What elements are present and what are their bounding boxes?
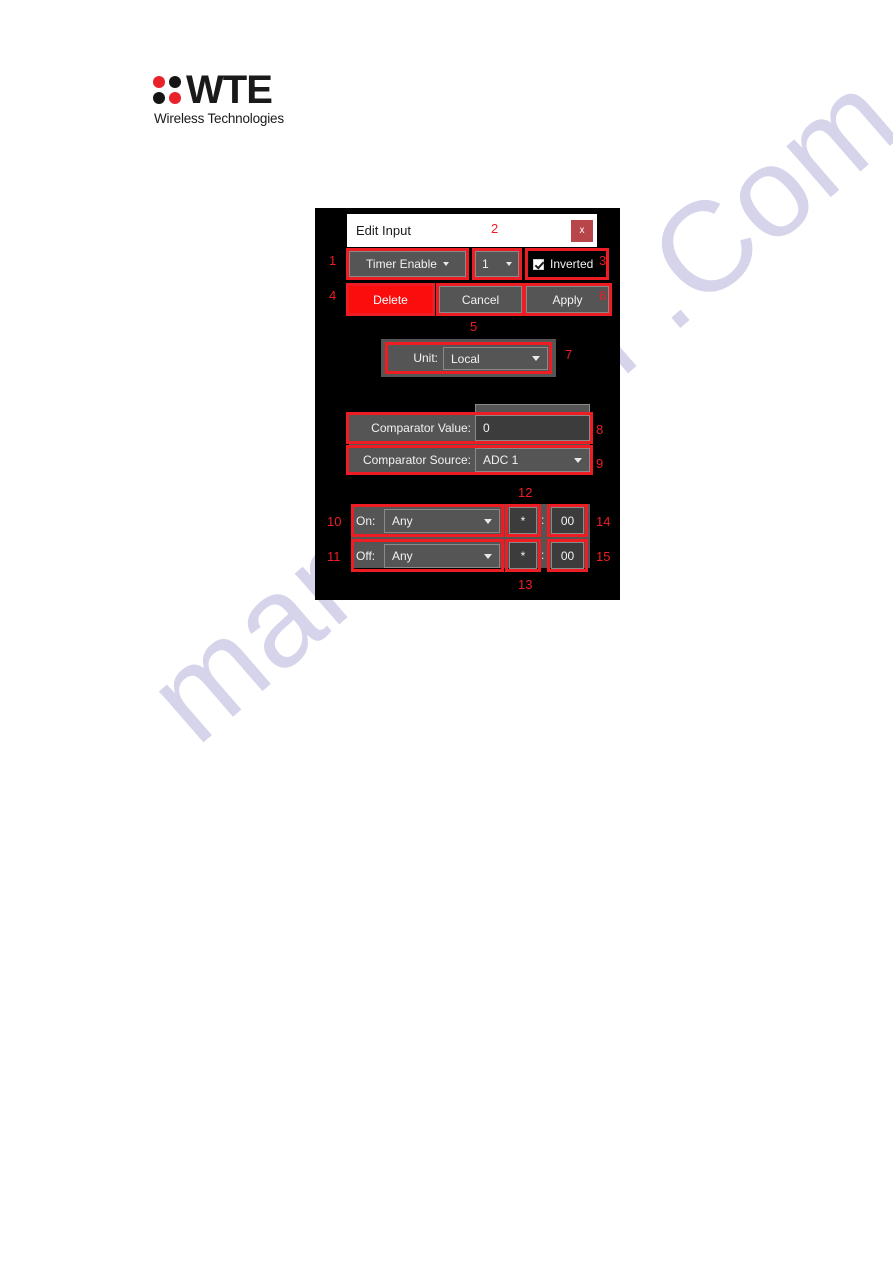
wte-logo: WTE Wireless Technologies [153,68,284,126]
chevron-down-icon [506,262,512,266]
delete-button-label: Delete [373,292,408,307]
chevron-down-icon [484,553,492,559]
callout-number-4: 4 [329,288,337,303]
comparator-source-dropdown[interactable]: ADC 1 [475,448,590,472]
callout-number-1: 1 [329,253,337,268]
page-watermark: manualshi .Com [0,0,893,1263]
logo-dot-1 [153,76,165,88]
logo-dot-4 [169,92,181,104]
comparator-source-label: Comparator Source: [362,453,471,467]
comparator-value-input[interactable]: 0 [475,415,590,441]
on-day-dropdown[interactable]: Any [384,509,500,533]
callout-number-3: 3 [599,253,607,268]
off-label: Off: [356,549,376,563]
callout-number-8: 8 [596,422,604,437]
apply-button[interactable]: Apply [526,286,609,313]
logo-wordmark: WTE [186,68,273,112]
function-dropdown-label: Timer Enable [366,257,437,271]
delete-button[interactable]: Delete [349,286,432,313]
on-day-value: Any [392,514,413,528]
checkbox-checked-icon[interactable] [533,258,544,270]
logo-dot-matrix [153,76,182,105]
close-icon[interactable]: x [571,219,593,242]
callout-number-14: 14 [596,514,611,529]
cancel-button[interactable]: Cancel [439,286,522,313]
callout-number-6: 6 [599,288,607,303]
off-minute-value: 00 [560,548,575,563]
callout-number-12: 12 [518,485,533,500]
callout-number-7: 7 [565,347,573,362]
chevron-down-icon [532,356,540,361]
callout-number-10: 10 [327,514,342,529]
function-dropdown[interactable]: Timer Enable [349,251,466,277]
chevron-down-icon [574,457,582,463]
callout-number-11: 11 [327,549,341,564]
on-minute-value: 00 [560,513,575,528]
comparator-value-text: 0 [483,421,490,435]
callout-number-5: 5 [470,319,478,334]
chevron-down-icon [484,518,492,524]
logo-tagline: Wireless Technologies [154,111,284,126]
inverted-checkbox-row[interactable]: Inverted [528,251,606,277]
callout-number-9: 9 [596,456,604,471]
dialog-titlebar: Edit Input x [347,214,597,247]
unit-dropdown-value: Local [451,351,480,366]
on-minute-input[interactable]: 00 [551,507,584,534]
off-hour-value: * [520,548,526,563]
off-minute-input[interactable]: 00 [551,542,584,569]
cancel-button-label: Cancel [461,292,500,307]
logo-dot-2 [169,76,181,88]
off-time-separator: : [541,548,545,562]
inverted-label: Inverted [550,257,594,271]
comparator-value-label: Comparator Value: [371,421,471,435]
chevron-down-icon [442,262,449,266]
callout-number-15: 15 [596,549,611,564]
callout-number-2: 2 [491,221,499,236]
callout-number-13: 13 [518,577,533,592]
on-hour-value: * [520,513,526,528]
on-time-separator: : [541,513,545,527]
off-day-value: Any [392,549,413,563]
on-label: On: [356,514,376,528]
unit-label: Unit: [413,351,438,365]
logo-mark-row: WTE [153,68,284,112]
dialog-title: Edit Input [356,223,411,238]
on-hour-input[interactable]: * [509,507,537,534]
edit-input-dialog-screenshot: Edit Input x Timer Enable 1 Inverted Del… [315,208,620,600]
off-hour-input[interactable]: * [509,542,537,569]
comparator-source-value: ADC 1 [483,453,519,467]
off-day-dropdown[interactable]: Any [384,544,500,568]
index-dropdown[interactable]: 1 [475,251,519,277]
apply-button-label: Apply [552,292,583,307]
unit-dropdown[interactable]: Local [443,347,548,370]
logo-dot-3 [153,92,165,104]
index-dropdown-value: 1 [482,257,489,271]
